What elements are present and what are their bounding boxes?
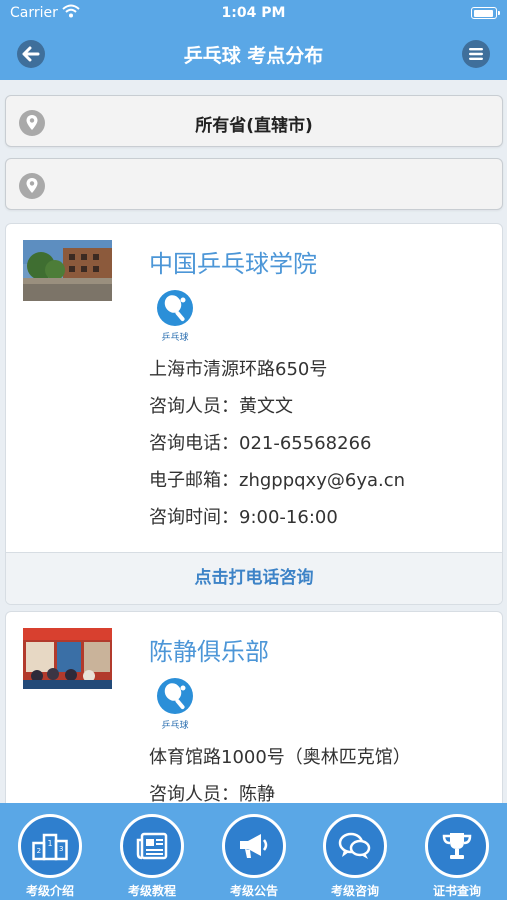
chat-bubbles-icon [338, 832, 371, 859]
site-name: 中国乒乓球学院 [149, 250, 317, 278]
podium-icon: 1 2 3 [32, 833, 68, 861]
hours-value: 9:00-16:00 [239, 507, 338, 528]
city-select[interactable] [5, 158, 503, 210]
location-pin-icon [19, 173, 45, 199]
megaphone-icon [240, 834, 268, 858]
site-name: 陈静俱乐部 [149, 638, 269, 666]
menu-icon [469, 48, 483, 60]
site-photo [23, 240, 112, 301]
tab-label: 考级咨询 [330, 884, 379, 898]
contact-value: 陈静 [239, 784, 275, 805]
table-tennis-logo: 乒乓球 [155, 288, 195, 344]
tab-label: 考级介绍 [25, 884, 74, 898]
svg-text:2: 2 [37, 847, 41, 855]
email-label: 电子邮箱： [149, 470, 239, 491]
battery-icon [471, 7, 500, 19]
tab-exam-consult[interactable]: 考级咨询 [320, 810, 390, 900]
exam-site-card: 中国乒乓球学院 乒乓球 上海市清源环路650号 咨询人员：黄文文 咨询电话：02… [5, 223, 503, 605]
phone-label: 咨询电话： [149, 433, 239, 454]
tab-exam-announcement[interactable]: 考级公告 [219, 810, 289, 900]
status-bar: Carrier 1:04 PM [0, 0, 507, 28]
phone-value: 021-65568266 [239, 433, 372, 454]
logo-text: 乒乓球 [161, 719, 188, 731]
tab-label: 证书查询 [432, 884, 481, 898]
menu-button[interactable] [462, 40, 490, 68]
contact-row: 咨询人员：黄文文 [149, 392, 293, 418]
call-button[interactable]: 点击打电话咨询 [6, 552, 502, 604]
nav-bar: 乒乓球 考点分布 [0, 28, 507, 80]
site-photo [23, 628, 112, 689]
province-select[interactable]: 所有省(直辖市) [5, 95, 503, 147]
exam-site-card: 陈静俱乐部 乒乓球 体育馆路1000号（奥林匹克馆） 咨询人员：陈静 [5, 611, 503, 811]
contact-value: 黄文文 [239, 396, 293, 417]
svg-text:1: 1 [47, 839, 52, 848]
hours-label: 咨询时间： [149, 507, 239, 528]
province-select-value: 所有省(直辖市) [195, 116, 313, 136]
tab-label: 考级公告 [229, 884, 278, 898]
site-address: 体育馆路1000号（奥林匹克馆） [149, 747, 411, 768]
newspaper-icon [136, 832, 168, 860]
tab-exam-intro[interactable]: 1 2 3 考级介绍 [15, 810, 85, 900]
trophy-icon [442, 833, 472, 859]
phone-row: 咨询电话：021-65568266 [149, 429, 371, 455]
logo-text: 乒乓球 [161, 331, 188, 343]
status-time: 1:04 PM [221, 5, 286, 21]
page-title: 乒乓球 考点分布 [183, 45, 324, 67]
svg-text:3: 3 [59, 845, 63, 853]
bottom-tab-bar: 1 2 3 考级介绍 考级教程 考级公告 考级咨询 证书查询 [0, 803, 507, 900]
hours-row: 咨询时间：9:00-16:00 [149, 503, 338, 529]
email-value: zhgppqxy@6ya.cn [239, 470, 406, 491]
tab-exam-tutorial[interactable]: 考级教程 [117, 810, 187, 900]
tab-certificate-query[interactable]: 证书查询 [422, 810, 492, 900]
email-row: 电子邮箱：zhgppqxy@6ya.cn [149, 466, 405, 492]
contact-label: 咨询人员： [149, 396, 239, 417]
table-tennis-logo: 乒乓球 [155, 676, 195, 732]
tab-label: 考级教程 [127, 884, 176, 898]
site-address: 上海市清源环路650号 [149, 359, 328, 380]
